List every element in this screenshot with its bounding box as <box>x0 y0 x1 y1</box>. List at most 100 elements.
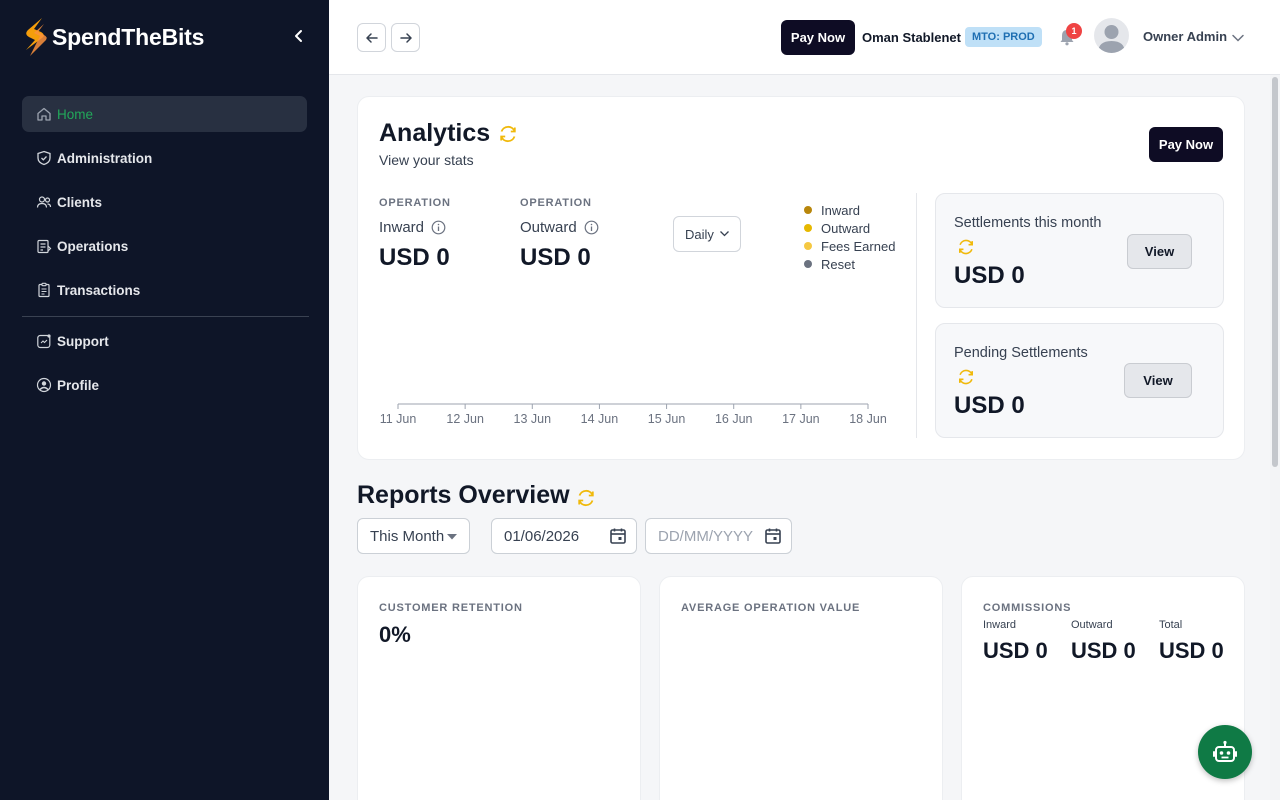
users-icon <box>35 194 52 211</box>
pending-settlements-card: Pending Settlements USD 0 View <box>935 323 1224 438</box>
app-name: SpendTheBits <box>52 23 205 50</box>
caret-down-icon <box>447 534 457 540</box>
notification-count-badge: 1 <box>1066 23 1082 39</box>
analytics-card: Analytics View your stats Pay Now OPERAT… <box>357 96 1245 460</box>
date-range-select[interactable]: This Month <box>357 518 470 554</box>
analytics-subtitle: View your stats <box>379 152 474 168</box>
user-avatar-icon <box>1098 25 1125 53</box>
arrow-right-icon <box>399 32 412 43</box>
app-logo[interactable]: SpendTheBits <box>22 16 204 58</box>
home-icon <box>35 106 52 123</box>
collapse-sidebar-button[interactable] <box>288 25 310 47</box>
sidebar-item-profile[interactable]: Profile <box>22 367 307 403</box>
customer-retention-value: 0% <box>379 622 411 647</box>
legend-item-inward[interactable]: Inward <box>804 201 895 219</box>
refresh-icon[interactable] <box>956 237 976 262</box>
shield-icon <box>35 150 52 167</box>
topbar: Pay Now Oman Stablenet MTO: PROD 1 Owner… <box>329 0 1280 75</box>
sidebar-item-home[interactable]: Home <box>22 96 307 132</box>
sidebar-item-clients[interactable]: Clients <box>22 184 307 220</box>
start-date-field[interactable]: 01/06/2026 <box>491 518 637 554</box>
refresh-icon[interactable] <box>956 367 976 392</box>
settlements-month-card: Settlements this month USD 0 View <box>935 193 1224 308</box>
pay-now-button[interactable]: Pay Now <box>781 20 855 55</box>
pending-settlements-view-button[interactable]: View <box>1124 363 1192 398</box>
inward-section-label: OPERATION <box>379 197 451 209</box>
sidebar: SpendTheBits Home Administration Clients <box>0 0 329 800</box>
legend-label: Inward <box>821 202 861 218</box>
refresh-icon[interactable] <box>497 123 519 145</box>
avatar[interactable] <box>1094 18 1129 53</box>
x-axis-tick-label: 17 Jun <box>782 412 820 426</box>
commission-total-label: Total <box>1159 619 1183 631</box>
x-axis-tick-label: 12 Jun <box>446 412 484 426</box>
outward-value: USD 0 <box>520 244 591 271</box>
user-name[interactable]: Owner Admin <box>1143 29 1227 44</box>
analytics-pay-now-button[interactable]: Pay Now <box>1149 127 1223 162</box>
sidebar-item-operations[interactable]: Operations <box>22 228 307 264</box>
sidebar-nav: Home Administration Clients Operations T… <box>22 96 309 411</box>
sidebar-item-label: Support <box>57 333 109 349</box>
outward-name: Outward <box>520 219 577 236</box>
sidebar-divider <box>22 316 309 317</box>
commissions-label: COMMISSIONS <box>983 602 1072 614</box>
legend-dot <box>804 224 812 232</box>
back-button[interactable] <box>357 23 386 52</box>
inward-name: Inward <box>379 219 425 236</box>
customer-retention-label: CUSTOMER RETENTION <box>379 602 523 614</box>
x-axis-tick-label: 16 Jun <box>715 412 753 426</box>
legend-label: Fees Earned <box>821 238 896 254</box>
sidebar-item-label: Administration <box>57 150 153 166</box>
arrow-left-icon <box>365 32 378 43</box>
info-icon[interactable] <box>431 220 446 235</box>
info-icon[interactable] <box>584 220 599 235</box>
commission-inward-value: USD 0 <box>983 638 1048 663</box>
sidebar-item-administration[interactable]: Administration <box>22 140 307 176</box>
sidebar-item-transactions[interactable]: Transactions <box>22 272 307 308</box>
x-axis-tick-label: 18 Jun <box>849 412 887 426</box>
outward-section-label: OPERATION <box>520 197 592 209</box>
outward-label: Outward <box>520 219 599 236</box>
legend-dot <box>804 206 812 214</box>
calendar-icon[interactable] <box>609 527 627 545</box>
average-operation-label: AVERAGE OPERATION VALUE <box>681 602 861 614</box>
calendar-icon[interactable] <box>764 527 782 545</box>
x-axis-tick-label: 14 Jun <box>581 412 619 426</box>
sidebar-item-label: Operations <box>57 238 129 254</box>
legend-item-fees-earned[interactable]: Fees Earned <box>804 237 895 255</box>
end-date-placeholder: DD/MM/YYYY <box>658 527 754 545</box>
reports-title: Reports Overview <box>357 481 570 509</box>
user-circle-icon <box>35 377 52 394</box>
settlements-month-value: USD 0 <box>954 262 1025 289</box>
sidebar-item-label: Home <box>57 106 94 122</box>
settlements-month-title: Settlements this month <box>954 215 1102 231</box>
start-date-value: 01/06/2026 <box>504 527 580 545</box>
settlements-month-view-button[interactable]: View <box>1127 234 1192 269</box>
chatbot-button[interactable] <box>1198 725 1252 779</box>
clipboard-icon <box>35 282 52 299</box>
refresh-icon[interactable] <box>575 487 597 514</box>
legend-dot <box>804 242 812 250</box>
period-select[interactable]: Daily <box>673 216 741 252</box>
sidebar-item-support[interactable]: Support <box>22 323 307 359</box>
period-select-value: Daily <box>685 226 714 242</box>
x-axis-tick-label: 13 Jun <box>514 412 552 426</box>
vertical-divider <box>916 193 917 438</box>
legend-item-outward[interactable]: Outward <box>804 219 895 237</box>
date-range-value: This Month <box>370 527 445 545</box>
organization-name: Oman Stablenet <box>862 30 961 45</box>
sidebar-item-label: Clients <box>57 194 103 210</box>
legend-dot <box>804 260 812 268</box>
legend-label: Reset <box>821 256 855 272</box>
end-date-field[interactable]: DD/MM/YYYY <box>645 518 792 554</box>
scrollbar-thumb[interactable] <box>1272 77 1278 467</box>
x-axis-tick-label: 15 Jun <box>648 412 686 426</box>
support-icon <box>35 333 52 350</box>
chevron-down-icon[interactable] <box>1231 30 1245 48</box>
commission-outward-value: USD 0 <box>1071 638 1136 663</box>
inward-value: USD 0 <box>379 244 450 271</box>
robot-icon <box>1213 740 1237 762</box>
forward-button[interactable] <box>391 23 420 52</box>
legend-item-reset[interactable]: Reset <box>804 255 895 273</box>
inward-label: Inward <box>379 219 446 236</box>
